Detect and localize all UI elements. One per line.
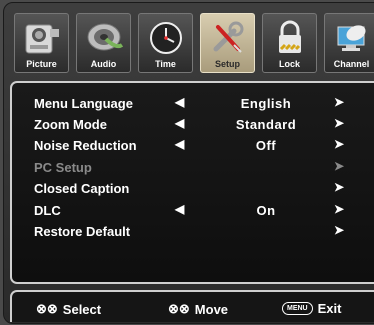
tab-label: Audio xyxy=(90,59,117,69)
menu-item-zoom-mode[interactable]: Zoom Mode ◀ Standard ➤ xyxy=(34,115,374,135)
right-arrow-icon[interactable]: ➤ xyxy=(334,223,344,237)
speaker-icon xyxy=(87,23,123,51)
exit-hint: MENU Exit xyxy=(282,301,341,316)
right-arrow-icon[interactable]: ➤ xyxy=(334,137,344,151)
left-arrow-icon[interactable]: ◀ xyxy=(175,116,184,130)
tab-setup[interactable]: Setup xyxy=(200,13,255,73)
menu-item-dlc[interactable]: DLC ◀ On ➤ xyxy=(34,201,374,221)
menu-item-value: Off xyxy=(255,138,277,153)
left-arrow-icon[interactable]: ◀ xyxy=(175,202,184,216)
menu-item-label: Zoom Mode xyxy=(34,117,107,132)
move-label: Move xyxy=(194,301,229,317)
move-hint: ⊗⊗ Move xyxy=(168,301,228,317)
menu-item-value: English xyxy=(240,96,292,111)
tab-time[interactable]: Time xyxy=(138,13,193,73)
left-arrow-icon[interactable]: ◀ xyxy=(175,95,184,109)
tab-channel[interactable]: Channel xyxy=(324,13,374,73)
menu-item-pc-setup: PC Setup ➤ xyxy=(34,158,374,178)
select-keys-icon: ⊗⊗ xyxy=(36,301,58,316)
right-arrow-icon: ➤ xyxy=(334,159,345,173)
menu-item-label: Noise Reduction xyxy=(34,138,137,153)
tv-camera-icon xyxy=(25,24,59,54)
menu-item-restore-default[interactable]: Restore Default ➤ xyxy=(34,222,374,242)
padlock-icon xyxy=(278,20,301,53)
move-keys-icon: ⊗⊗ xyxy=(168,301,190,316)
menu-item-value: Standard xyxy=(235,117,297,132)
right-arrow-icon[interactable]: ➤ xyxy=(334,116,344,130)
wrench-screwdriver-icon xyxy=(213,21,243,53)
right-arrow-icon[interactable]: ➤ xyxy=(334,202,344,216)
menu-item-menu-language[interactable]: Menu Language ◀ English ➤ xyxy=(34,94,374,114)
tab-label: Lock xyxy=(278,59,300,69)
tab-label: Time xyxy=(155,59,176,69)
tab-lock[interactable]: Lock xyxy=(262,13,317,73)
right-arrow-icon[interactable]: ➤ xyxy=(334,180,344,194)
tab-picture[interactable]: Picture xyxy=(14,13,69,73)
menu-item-label: Restore Default xyxy=(34,224,131,239)
tab-audio[interactable]: Audio xyxy=(76,13,131,73)
exit-label: Exit xyxy=(317,301,342,316)
menu-item-label: DLC xyxy=(34,203,61,218)
menu-item-value: On xyxy=(256,203,276,218)
menu-item-label: Closed Caption xyxy=(34,181,130,196)
setup-menu-panel: Menu Language ◀ English ➤ Zoom Mode ◀ St… xyxy=(10,81,374,284)
menu-item-label: Menu Language xyxy=(34,96,133,111)
menu-key-icon: MENU xyxy=(282,302,313,315)
select-label: Select xyxy=(62,301,102,317)
select-hint: ⊗⊗ Select xyxy=(36,301,101,317)
menu-item-noise-reduction[interactable]: Noise Reduction ◀ Off ➤ xyxy=(34,136,374,156)
tab-label: Picture xyxy=(26,59,57,69)
tab-label: Channel xyxy=(333,59,370,69)
left-arrow-icon[interactable]: ◀ xyxy=(175,137,184,151)
satellite-dish-icon xyxy=(337,25,366,51)
clock-icon xyxy=(149,22,182,54)
footer-hints: ⊗⊗ Select ⊗⊗ Move MENU Exit xyxy=(10,290,374,322)
menu-item-closed-caption[interactable]: Closed Caption ➤ xyxy=(34,179,374,199)
menu-tab-bar: Picture Audio Time Setup Lock Channel xyxy=(14,13,374,76)
menu-item-label: PC Setup xyxy=(34,160,92,175)
right-arrow-icon[interactable]: ➤ xyxy=(334,95,344,109)
tab-label: Setup xyxy=(214,59,240,69)
